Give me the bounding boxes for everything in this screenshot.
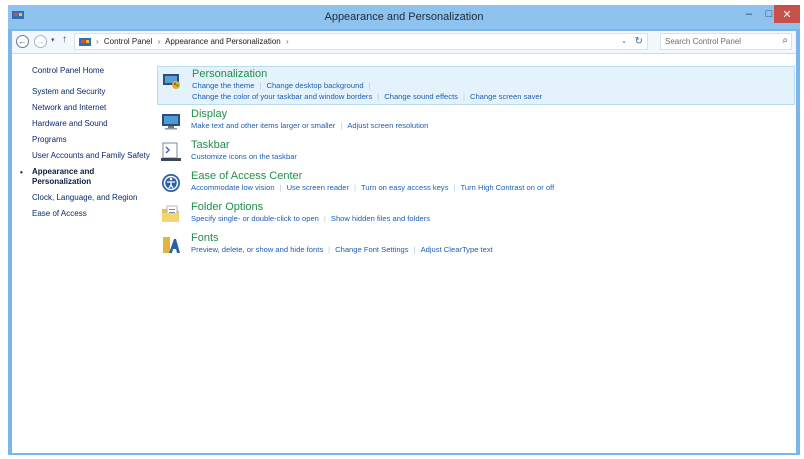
link-change-taskbar-color[interactable]: Change the color of your taskbar and win… (192, 92, 372, 101)
sidebar-item-label: Appearance and Personalization (32, 167, 95, 186)
link-divider: | (462, 92, 465, 101)
link-change-screen-saver[interactable]: Change screen saver (470, 92, 542, 101)
link-divider: | (340, 121, 343, 130)
fonts-links: Preview, delete, or show and hide fonts |… (191, 245, 493, 254)
category-title-fonts[interactable]: Fonts (191, 232, 219, 244)
close-button[interactable]: ✕ (774, 5, 800, 23)
category-title-personalization[interactable]: Personalization (192, 68, 267, 80)
category-title-display[interactable]: Display (191, 108, 227, 120)
window-title: Appearance and Personalization (324, 11, 484, 23)
link-adjust-cleartype[interactable]: Adjust ClearType text (421, 245, 493, 254)
breadcrumb-separator[interactable]: › (286, 37, 289, 46)
link-divider: | (354, 183, 357, 192)
display-links: Make text and other items larger or smal… (191, 121, 428, 130)
category-title-taskbar[interactable]: Taskbar (191, 139, 230, 151)
link-show-hidden-files[interactable]: Show hidden files and folders (331, 214, 430, 223)
link-change-font-settings[interactable]: Change Font Settings (335, 245, 408, 254)
link-make-text-larger[interactable]: Make text and other items larger or smal… (191, 121, 335, 130)
category-folder-options: Folder Options Specify single- or double… (157, 200, 795, 231)
search-input[interactable] (665, 36, 769, 47)
refresh-icon[interactable]: ↻ (635, 36, 643, 47)
control-panel-icon (79, 38, 91, 46)
link-easy-access-keys[interactable]: Turn on easy access keys (361, 183, 449, 192)
category-display: Display Make text and other items larger… (157, 107, 795, 138)
folder-options-links: Specify single- or double-click to open |… (191, 214, 430, 223)
link-use-screen-reader[interactable]: Use screen reader (287, 183, 349, 192)
breadcrumb-separator[interactable]: › (96, 37, 99, 46)
fonts-icon[interactable] (161, 235, 181, 255)
link-divider: | (368, 81, 371, 90)
link-divider: | (259, 81, 262, 90)
category-title-ease-of-access[interactable]: Ease of Access Center (191, 170, 302, 182)
current-item-marker: • (20, 168, 23, 177)
up-button[interactable]: ↑ (62, 34, 67, 45)
breadcrumb-control-panel[interactable]: Control Panel (104, 37, 152, 46)
link-change-desktop-background[interactable]: Change desktop background (266, 81, 363, 90)
link-divider: | (453, 183, 456, 192)
sidebar-item-control-panel-home[interactable]: Control Panel Home (32, 66, 150, 76)
sidebar-item-programs[interactable]: Programs (32, 135, 150, 145)
sidebar-item-hardware-and-sound[interactable]: Hardware and Sound (32, 119, 150, 129)
category-fonts: Fonts Preview, delete, or show and hide … (157, 231, 795, 262)
back-button[interactable]: ← (16, 35, 29, 48)
link-high-contrast[interactable]: Turn High Contrast on or off (461, 183, 555, 192)
address-history-dropdown[interactable]: ⌄ (621, 37, 627, 45)
link-divider: | (413, 245, 416, 254)
breadcrumb: › Control Panel › Appearance and Persona… (93, 37, 292, 46)
sidebar-item-network-and-internet[interactable]: Network and Internet (32, 103, 150, 113)
sidebar-item-ease-of-access[interactable]: Ease of Access (32, 209, 150, 219)
link-accommodate-low-vision[interactable]: Accommodate low vision (191, 183, 275, 192)
sidebar-item-clock-language-region[interactable]: Clock, Language, and Region (32, 193, 150, 203)
link-adjust-screen-resolution[interactable]: Adjust screen resolution (347, 121, 428, 130)
sidebar-item-appearance-current: • Appearance and Personalization (20, 167, 150, 187)
link-divider: | (377, 92, 380, 101)
breadcrumb-separator[interactable]: › (158, 37, 161, 46)
content-area: Control Panel Home System and Security N… (12, 54, 796, 453)
window: Appearance and Personalization – □ ✕ ← →… (8, 5, 800, 455)
link-change-sound-effects[interactable]: Change sound effects (384, 92, 458, 101)
category-title-folder-options[interactable]: Folder Options (191, 201, 263, 213)
address-bar[interactable]: › Control Panel › Appearance and Persona… (74, 33, 648, 50)
folder-options-icon[interactable] (161, 204, 181, 224)
taskbar-links: Customize icons on the taskbar (191, 152, 297, 161)
category-taskbar: Taskbar Customize icons on the taskbar (157, 138, 795, 169)
personalization-icon[interactable] (162, 71, 182, 91)
sidebar-item-user-accounts[interactable]: User Accounts and Family Safety (32, 151, 150, 161)
sidebar: Control Panel Home System and Security N… (20, 66, 150, 225)
display-icon[interactable] (161, 111, 181, 131)
link-single-double-click[interactable]: Specify single- or double-click to open (191, 214, 319, 223)
ease-of-access-icon[interactable] (161, 173, 181, 193)
personalization-links-row1: Change the theme | Change desktop backgrou… (192, 81, 376, 90)
ease-of-access-links: Accommodate low vision | Use screen reader… (191, 183, 554, 192)
recent-locations-dropdown[interactable]: ▾ (51, 36, 55, 44)
link-change-the-theme[interactable]: Change the theme (192, 81, 254, 90)
link-divider: | (323, 214, 326, 223)
title-bar[interactable]: Appearance and Personalization – □ ✕ (8, 5, 800, 29)
minimize-button[interactable]: – (740, 5, 758, 23)
forward-button[interactable]: → (34, 35, 47, 48)
address-toolbar: ← → ▾ ↑ › Control Panel › Appearance and… (12, 31, 796, 54)
category-personalization: Personalization Change the theme | Change … (157, 66, 795, 105)
search-box[interactable]: ⌕ (660, 33, 792, 50)
taskbar-icon[interactable] (161, 142, 181, 162)
search-icon[interactable]: ⌕ (782, 35, 788, 46)
link-divider: | (279, 183, 282, 192)
category-ease-of-access: Ease of Access Center Accommodate low vi… (157, 169, 795, 200)
sidebar-item-system-and-security[interactable]: System and Security (32, 87, 150, 97)
link-divider: | (328, 245, 331, 254)
link-preview-delete-fonts[interactable]: Preview, delete, or show and hide fonts (191, 245, 323, 254)
personalization-links-row2: Change the color of your taskbar and win… (192, 92, 542, 101)
link-customize-taskbar-icons[interactable]: Customize icons on the taskbar (191, 152, 297, 161)
breadcrumb-appearance-and-personalization[interactable]: Appearance and Personalization (165, 37, 281, 46)
category-list: Personalization Change the theme | Change … (157, 66, 795, 262)
